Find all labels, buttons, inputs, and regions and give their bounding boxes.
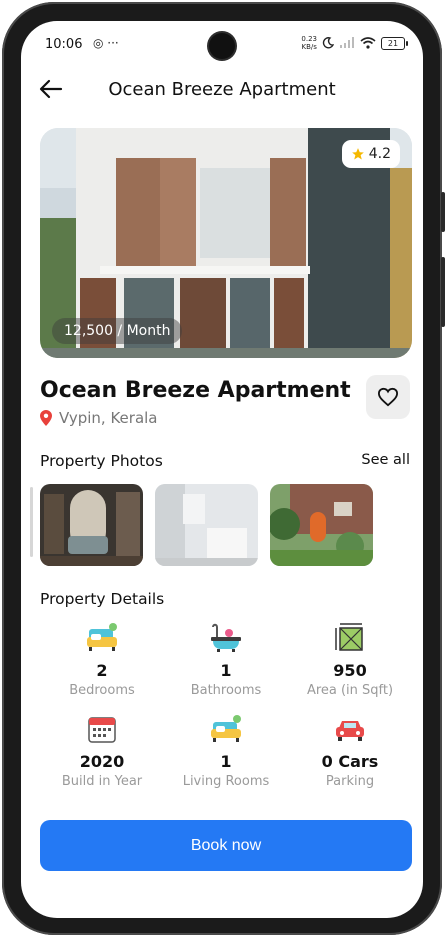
notification-icons: ◎ ··· bbox=[93, 36, 119, 50]
detail-label: Living Rooms bbox=[182, 774, 270, 789]
heart-icon bbox=[377, 387, 399, 407]
book-now-button[interactable]: Book now bbox=[40, 820, 412, 871]
photo-thumbnail-bathroom[interactable] bbox=[155, 484, 258, 566]
car-icon bbox=[336, 721, 364, 741]
speed-unit: KB/s bbox=[301, 43, 317, 51]
sofa-icon bbox=[87, 623, 117, 651]
area-icon bbox=[335, 623, 363, 651]
see-all-link[interactable]: See all bbox=[361, 452, 410, 468]
photo-thumbnail-exterior[interactable] bbox=[270, 484, 373, 566]
battery-icon: 21 bbox=[381, 36, 408, 50]
star-icon bbox=[351, 148, 364, 160]
detail-bathrooms: 1 Bathrooms bbox=[164, 621, 288, 698]
volume-button bbox=[441, 192, 445, 232]
detail-parking: 0 Cars Parking bbox=[288, 712, 412, 789]
detail-label: Area (in Sqft) bbox=[306, 683, 394, 698]
detail-bedrooms: 2 Bedrooms bbox=[40, 621, 164, 698]
location-text: Vypin, Kerala bbox=[59, 409, 158, 427]
detail-label: Build in Year bbox=[61, 774, 143, 789]
couch-icon bbox=[211, 715, 241, 742]
photos-section-title: Property Photos bbox=[40, 452, 163, 470]
location-pin-icon bbox=[40, 410, 52, 426]
calendar-icon bbox=[88, 717, 116, 743]
status-bar: 10:06 ◎ ··· 0.23 KB/s 21 bbox=[21, 21, 423, 67]
detail-label: Bathrooms bbox=[190, 683, 262, 698]
price-badge: 12,500 / Month bbox=[52, 318, 183, 344]
details-section-title: Property Details bbox=[40, 590, 165, 608]
screen: 10:06 ◎ ··· 0.23 KB/s 21 Ocean Breeze Ap… bbox=[21, 21, 423, 918]
photo-thumbnail-living[interactable] bbox=[40, 484, 143, 566]
detail-build-year: 2020 Build in Year bbox=[40, 712, 164, 789]
photo-gallery bbox=[40, 484, 373, 566]
detail-value: 1 bbox=[220, 661, 232, 680]
detail-value: 0 Cars bbox=[321, 752, 379, 771]
detail-value: 950 bbox=[333, 661, 367, 680]
phone-frame: 10:06 ◎ ··· 0.23 KB/s 21 Ocean Breeze Ap… bbox=[2, 2, 445, 935]
hero-image: 4.2 12,500 / Month bbox=[40, 128, 412, 358]
speed-value: 0.23 bbox=[301, 35, 317, 43]
status-right: 0.23 KB/s 21 bbox=[301, 35, 408, 51]
app-bar: Ocean Breeze Apartment bbox=[21, 69, 423, 109]
network-speed: 0.23 KB/s bbox=[301, 35, 317, 51]
property-name: Ocean Breeze Apartment bbox=[40, 378, 351, 403]
rating-badge: 4.2 bbox=[341, 140, 400, 168]
page-title: Ocean Breeze Apartment bbox=[108, 79, 336, 100]
detail-area: 950 Area (in Sqft) bbox=[288, 621, 412, 698]
detail-living-rooms: 1 Living Rooms bbox=[164, 712, 288, 789]
property-location: Vypin, Kerala bbox=[40, 409, 158, 427]
detail-value: 1 bbox=[220, 752, 232, 771]
bathtub-icon bbox=[211, 623, 241, 652]
signal-icon bbox=[340, 37, 354, 48]
favorite-button[interactable] bbox=[366, 375, 410, 419]
moon-icon bbox=[322, 37, 334, 49]
camera-cutout bbox=[209, 33, 235, 59]
detail-label: Bedrooms bbox=[69, 683, 135, 698]
wifi-icon bbox=[360, 37, 376, 49]
rating-value: 4.2 bbox=[368, 146, 391, 162]
power-button bbox=[441, 257, 445, 327]
detail-label: Parking bbox=[325, 774, 375, 789]
detail-value: 2 bbox=[96, 661, 108, 680]
status-time: 10:06 bbox=[45, 37, 83, 52]
scroll-indicator bbox=[30, 487, 33, 557]
property-details-grid: 2 Bedrooms 1 Bathrooms 950 Area (in Sqft… bbox=[40, 621, 412, 789]
detail-value: 2020 bbox=[79, 752, 125, 771]
